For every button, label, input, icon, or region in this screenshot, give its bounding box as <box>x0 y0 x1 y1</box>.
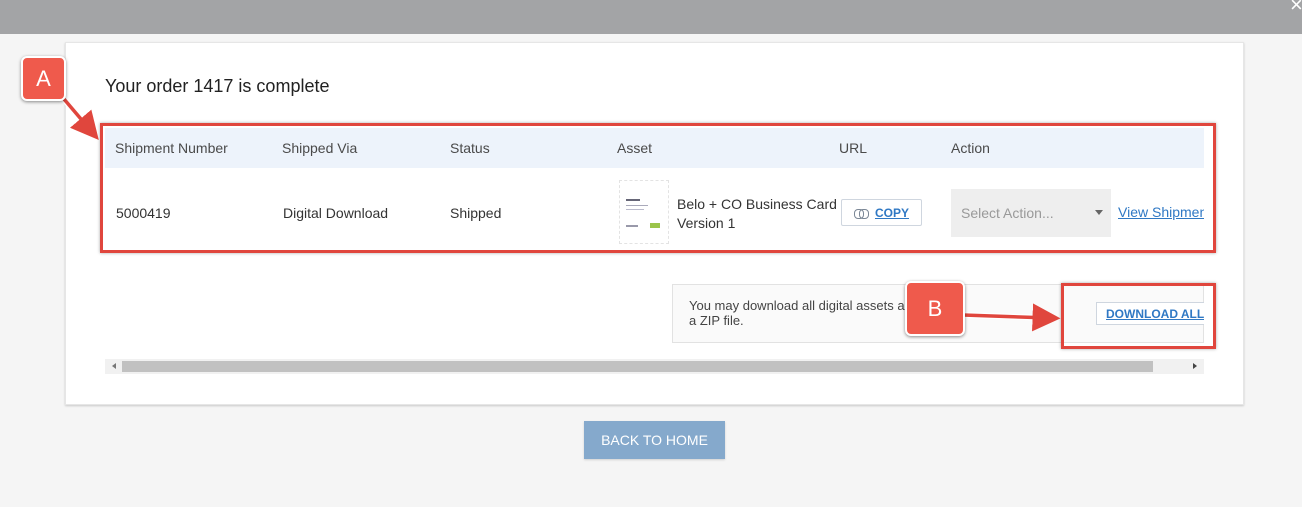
annotation-box-a <box>100 123 1216 253</box>
close-icon[interactable]: × <box>1290 0 1302 16</box>
page-title: Your order 1417 is complete <box>105 76 330 96</box>
download-info-text: You may download all digital assets as a… <box>689 298 912 328</box>
annotation-box-b <box>1061 283 1216 349</box>
callout-b: B <box>905 281 965 336</box>
scroll-right-icon[interactable] <box>1193 363 1197 369</box>
back-to-home-button[interactable]: BACK TO HOME <box>584 421 725 459</box>
scroll-left-icon[interactable] <box>112 363 116 369</box>
callout-a: A <box>21 56 66 101</box>
horizontal-scrollbar[interactable] <box>105 359 1204 374</box>
modal-top-bar: × <box>0 0 1302 34</box>
scroll-thumb[interactable] <box>122 361 1153 372</box>
